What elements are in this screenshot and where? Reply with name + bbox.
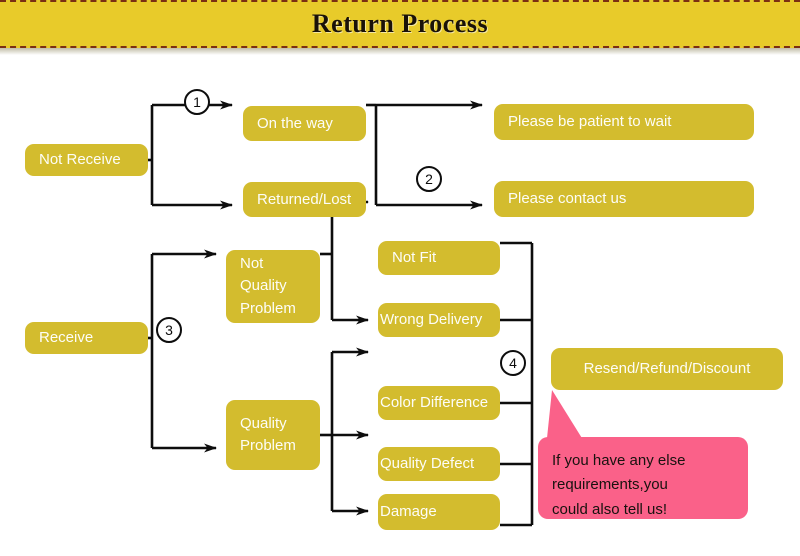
node-not-quality-problem[interactable]: Not Quality Problem (226, 250, 320, 323)
step-marker-label: 3 (165, 322, 173, 338)
header-banner: Return Process (0, 0, 800, 48)
return-process-infographic: Return Process Not Receive Receive On th… (0, 0, 800, 556)
step-marker-1: 1 (184, 89, 210, 115)
node-label: Quality Defect (380, 455, 475, 473)
node-label: Color Difference (380, 394, 489, 412)
node-wrong-delivery[interactable]: Wrong Delivery (378, 303, 500, 337)
node-on-the-way[interactable]: On the way (243, 106, 366, 141)
node-please-contact-us[interactable]: Please contact us (494, 181, 754, 217)
node-label: Not Quality Problem (240, 254, 296, 317)
node-label: Not Fit (392, 249, 437, 267)
node-quality-problem[interactable]: Quality Problem (226, 400, 320, 470)
callout-line-2: requirements,you (552, 476, 668, 494)
node-returned-lost[interactable]: Returned/Lost (243, 182, 366, 217)
callout-line-1: If you have any else (552, 452, 686, 469)
node-label: On the way (257, 114, 333, 132)
node-label: Quality Problem (240, 414, 296, 455)
node-color-difference[interactable]: Color Difference (378, 386, 500, 420)
step-marker-label: 4 (509, 355, 517, 371)
node-not-fit[interactable]: Not Fit (378, 241, 500, 275)
node-label: Please be patient to wait (508, 113, 672, 131)
flow-diagram: Not Receive Receive On the way Returned/… (0, 55, 800, 556)
callout-line-3: could also tell us! (552, 500, 668, 518)
node-label: Wrong Delivery (380, 311, 483, 329)
node-label: Returned/Lost (257, 190, 352, 208)
callout-bubble: If you have any else requirements,you co… (538, 437, 748, 519)
node-label: Damage (380, 503, 437, 521)
step-marker-label: 1 (193, 94, 201, 110)
node-damage[interactable]: Damage (378, 494, 500, 530)
step-marker-2: 2 (416, 166, 442, 192)
page-title: Return Process (311, 9, 489, 38)
step-marker-4: 4 (500, 350, 526, 376)
node-label: Receive (39, 329, 94, 347)
node-quality-defect[interactable]: Quality Defect (378, 447, 500, 481)
node-please-be-patient[interactable]: Please be patient to wait (494, 104, 754, 140)
node-label: Not Receive (39, 151, 121, 169)
node-receive[interactable]: Receive (25, 322, 148, 354)
node-label: Please contact us (508, 190, 627, 208)
step-marker-label: 2 (425, 171, 433, 187)
banner-shadow (0, 48, 800, 55)
node-not-receive[interactable]: Not Receive (25, 144, 148, 176)
step-marker-3: 3 (156, 317, 182, 343)
